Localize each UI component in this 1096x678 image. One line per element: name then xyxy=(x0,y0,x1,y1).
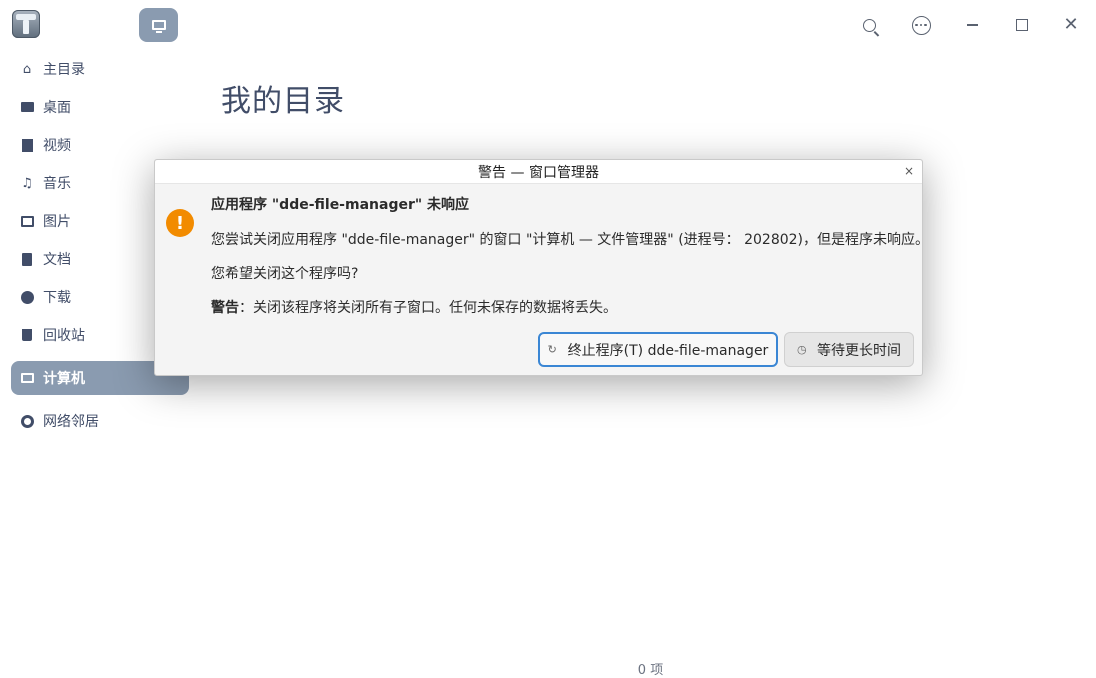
wait-button[interactable]: ◷ 等待更长时间 xyxy=(784,332,914,367)
dialog-titlebar: 警告 — 窗口管理器 × xyxy=(155,160,922,184)
trash-icon xyxy=(19,327,35,343)
computer-icon xyxy=(151,20,166,33)
item-count-status: 0 项 xyxy=(637,663,664,678)
computer-icon xyxy=(19,370,35,386)
sidebar-item-label: 网络邻居 xyxy=(43,414,99,430)
music-icon: ♫ xyxy=(21,175,33,191)
dialog-title: 警告 — 窗口管理器 xyxy=(478,164,599,181)
sidebar-item-desktop[interactable]: 桌面 xyxy=(11,90,189,124)
force-quit-button[interactable]: ↻ 终止程序(T) dde-file-manager xyxy=(538,332,778,367)
sidebar-item-label: 下载 xyxy=(43,290,71,306)
dialog-close-icon[interactable]: × xyxy=(904,164,914,178)
sidebar-item-home[interactable]: ⌂ 主目录 xyxy=(11,52,189,86)
dialog-warning: 警告：关闭该程序将关闭所有子窗口。任何未保存的数据将丢失。 xyxy=(211,297,617,317)
sidebar-item-label: 文档 xyxy=(43,252,71,268)
sidebar-item-label: 音乐 xyxy=(43,176,71,192)
warning-icon: ! xyxy=(166,209,194,237)
video-icon xyxy=(19,137,35,153)
sidebar-item-label: 视频 xyxy=(43,138,71,154)
dialog-warning-text: ：关闭该程序将关闭所有子窗口。任何未保存的数据将丢失。 xyxy=(239,300,617,316)
kill-icon: ↻ xyxy=(547,343,557,356)
dialog-heading: 应用程序 "dde-file-manager" 未响应 xyxy=(211,197,470,213)
not-responding-dialog: 警告 — 窗口管理器 × ! 应用程序 "dde-file-manager" 未… xyxy=(154,159,929,376)
home-icon: ⌂ xyxy=(22,61,32,77)
sidebar-item-label: 主目录 xyxy=(43,62,85,78)
picture-icon xyxy=(19,213,35,229)
dialog-body-text: 您尝试关闭应用程序 "dde-file-manager" 的窗口 "计算机 — … xyxy=(211,232,930,248)
sidebar-item-label: 图片 xyxy=(43,214,71,230)
sidebar-item-label: 回收站 xyxy=(43,328,85,344)
breadcrumb-computer-button[interactable] xyxy=(139,8,178,42)
document-icon xyxy=(19,251,35,267)
app-logo-icon xyxy=(12,10,40,38)
sidebar-item-network[interactable]: 网络邻居 xyxy=(11,404,189,438)
more-icon[interactable] xyxy=(908,12,934,38)
maximize-icon[interactable] xyxy=(1009,12,1035,38)
minimize-icon[interactable] xyxy=(959,12,985,38)
close-icon[interactable]: ✕ xyxy=(1058,12,1084,38)
desktop-icon xyxy=(19,99,35,115)
page-title: 我的目录 xyxy=(221,84,345,119)
download-icon xyxy=(19,289,35,305)
sidebar-item-label: 计算机 xyxy=(43,371,85,387)
dialog-warning-label: 警告 xyxy=(211,300,239,316)
force-quit-label: 终止程序(T) dde-file-manager xyxy=(567,342,769,359)
dialog-question: 您希望关闭这个程序吗? xyxy=(211,266,359,282)
sidebar-item-videos[interactable]: 视频 xyxy=(11,128,189,162)
clock-icon: ◷ xyxy=(797,343,807,356)
search-icon[interactable] xyxy=(856,12,882,38)
wait-label: 等待更长时间 xyxy=(817,342,901,359)
sidebar-item-label: 桌面 xyxy=(43,100,71,116)
network-icon xyxy=(19,413,35,429)
